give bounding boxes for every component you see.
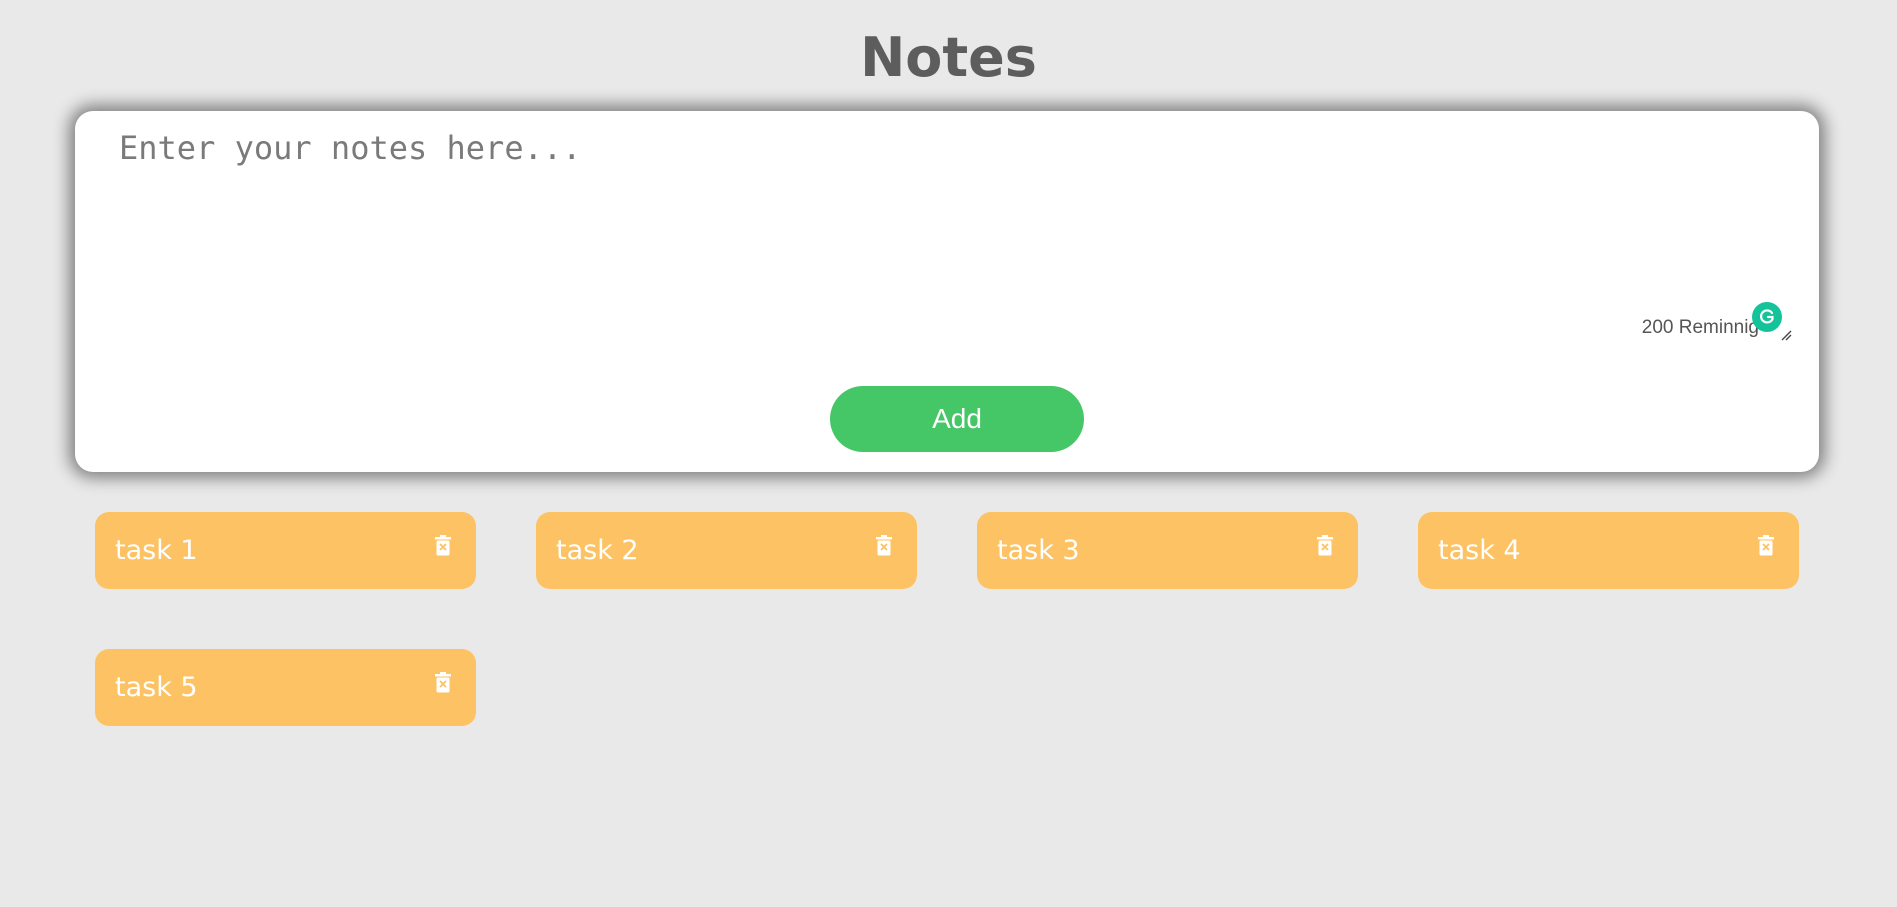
task-card: task 4 <box>1418 512 1799 589</box>
add-button[interactable]: Add <box>830 386 1084 452</box>
resize-handle-icon[interactable] <box>1780 326 1792 341</box>
task-label: task 3 <box>997 535 1080 566</box>
task-label: task 5 <box>115 672 198 703</box>
task-card: task 2 <box>536 512 917 589</box>
grammarly-icon[interactable] <box>1752 302 1782 332</box>
remaining-counter: 200 Reminnig <box>1641 317 1759 338</box>
task-card: task 1 <box>95 512 476 589</box>
page-title: Notes <box>860 26 1037 89</box>
trash-icon[interactable] <box>1757 535 1775 557</box>
note-editor-card: 200 Reminnig Add <box>75 111 1819 472</box>
trash-icon[interactable] <box>875 535 893 557</box>
task-label: task 1 <box>115 535 198 566</box>
task-card: task 3 <box>977 512 1358 589</box>
task-label: task 2 <box>556 535 639 566</box>
task-card: task 5 <box>95 649 476 726</box>
trash-icon[interactable] <box>1316 535 1334 557</box>
trash-icon[interactable] <box>434 535 452 557</box>
task-label: task 4 <box>1438 535 1521 566</box>
trash-icon[interactable] <box>434 672 452 694</box>
notes-textarea[interactable] <box>119 129 1769 309</box>
